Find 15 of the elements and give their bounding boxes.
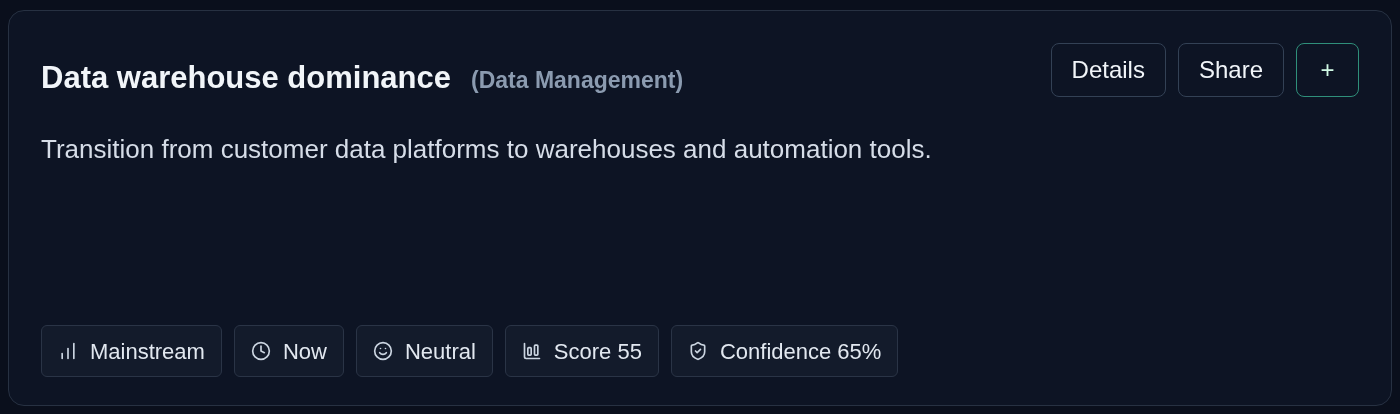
card-title: Data warehouse dominance (41, 59, 451, 97)
card-description: Transition from customer data platforms to warehouses and automation tools. (41, 132, 933, 166)
clock-icon (250, 341, 271, 361)
category-label: (Data Management) (471, 66, 684, 95)
tag-label: Mainstream (90, 337, 205, 366)
action-button[interactable]: Details (1050, 43, 1166, 97)
tag-label: Neutral (404, 337, 476, 366)
face-icon (372, 341, 393, 361)
tag-label: Score 55 (553, 337, 642, 366)
bar-chart-icon (58, 341, 78, 361)
add-button[interactable]: + (1296, 43, 1359, 97)
bar-chart-icon (521, 341, 542, 361)
tag-label: Now (282, 337, 327, 366)
tag-label: Confidence 65% (719, 337, 882, 366)
action-button[interactable]: Share (1177, 43, 1284, 97)
